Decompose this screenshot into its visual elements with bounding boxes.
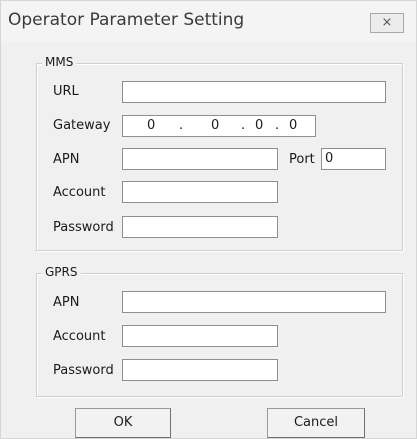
mms-password-label: Password: [53, 220, 114, 235]
mms-gateway-ip-input[interactable]: 0 . 0 . 0 . 0: [122, 115, 316, 137]
mms-port-input[interactable]: 0: [321, 148, 386, 170]
operator-parameter-dialog: Operator Parameter Setting ⨯ MMS URL Gat…: [0, 0, 417, 439]
mms-apn-label: APN: [53, 152, 80, 167]
mms-password-input[interactable]: [122, 216, 278, 238]
gprs-password-label: Password: [53, 363, 114, 378]
gprs-account-input[interactable]: [122, 325, 278, 347]
mms-gateway-label: Gateway: [53, 118, 111, 133]
title-bar: Operator Parameter Setting ⨯: [1, 1, 416, 41]
gprs-group-legend: GPRS: [42, 265, 81, 279]
gateway-dot-1: .: [179, 118, 184, 133]
gprs-apn-input[interactable]: [122, 291, 386, 313]
mms-port-label: Port: [289, 152, 315, 167]
mms-url-label: URL: [53, 84, 79, 99]
close-icon: ⨯: [381, 15, 393, 30]
mms-account-input[interactable]: [122, 181, 278, 203]
gateway-octet-1[interactable]: 0: [147, 118, 155, 133]
gprs-password-input[interactable]: [122, 359, 278, 381]
mms-apn-input[interactable]: [122, 148, 278, 170]
cancel-button[interactable]: Cancel: [267, 408, 365, 438]
mms-account-label: Account: [53, 185, 106, 200]
ok-button[interactable]: OK: [75, 408, 171, 438]
gateway-octet-4[interactable]: 0: [289, 118, 297, 133]
close-button[interactable]: ⨯: [370, 13, 404, 33]
gprs-apn-label: APN: [53, 295, 80, 310]
mms-url-input[interactable]: [122, 81, 386, 103]
gateway-octet-3[interactable]: 0: [255, 118, 263, 133]
gprs-account-label: Account: [53, 329, 106, 344]
gateway-dot-3: .: [275, 118, 280, 133]
gateway-octet-2[interactable]: 0: [211, 118, 219, 133]
mms-group-legend: MMS: [42, 55, 77, 69]
gateway-dot-2: .: [241, 118, 246, 133]
window-title: Operator Parameter Setting: [8, 10, 245, 30]
